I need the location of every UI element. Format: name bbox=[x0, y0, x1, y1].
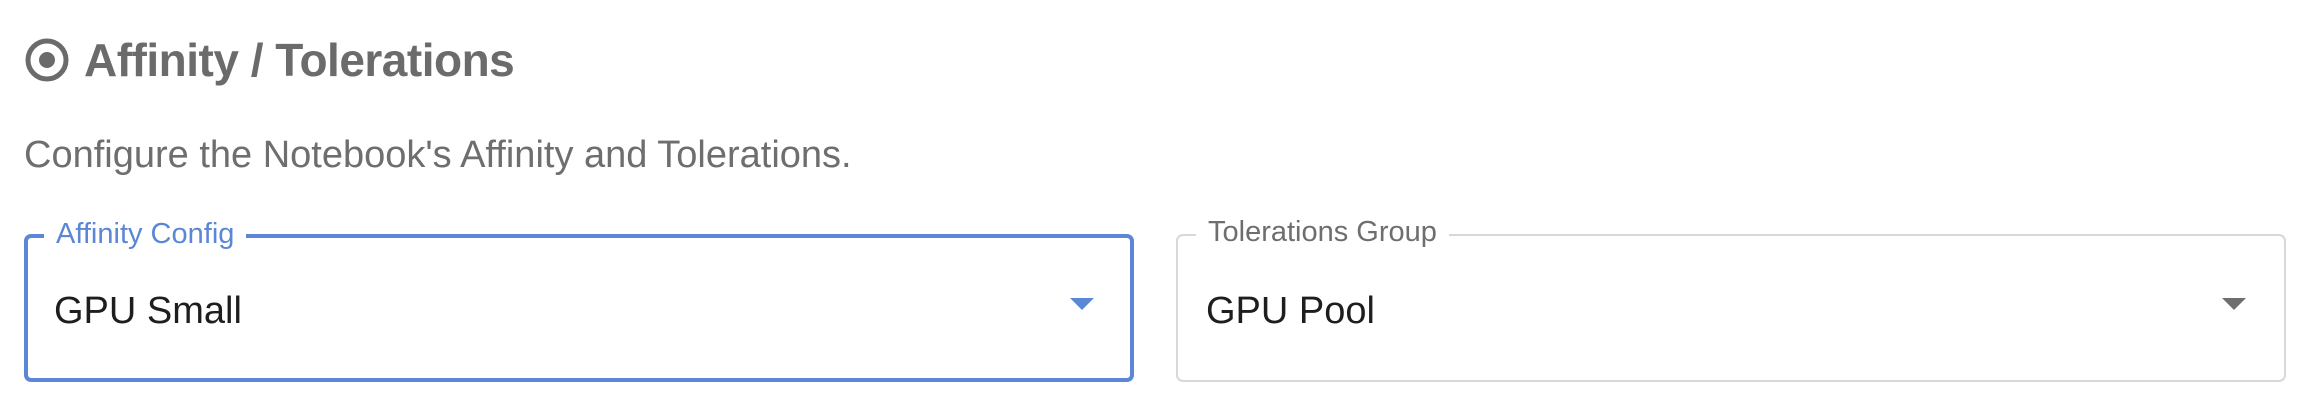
target-icon bbox=[24, 37, 70, 83]
affinity-config-label: Affinity Config bbox=[44, 216, 247, 252]
tolerations-group-label: Tolerations Group bbox=[1196, 214, 1449, 250]
tolerations-group-select[interactable]: Tolerations Group GPU Pool bbox=[1176, 214, 2286, 382]
chevron-down-icon[interactable] bbox=[1070, 298, 1094, 310]
section-title: Affinity / Tolerations bbox=[84, 34, 515, 86]
affinity-config-value: GPU Small bbox=[54, 289, 242, 332]
section-header: Affinity / Tolerations bbox=[24, 28, 515, 92]
chevron-down-icon[interactable] bbox=[2222, 298, 2246, 310]
affinity-config-select[interactable]: Affinity Config GPU Small bbox=[24, 216, 1134, 382]
tolerations-group-value: GPU Pool bbox=[1206, 289, 1375, 332]
section-description: Configure the Notebook's Affinity and To… bbox=[24, 134, 852, 176]
